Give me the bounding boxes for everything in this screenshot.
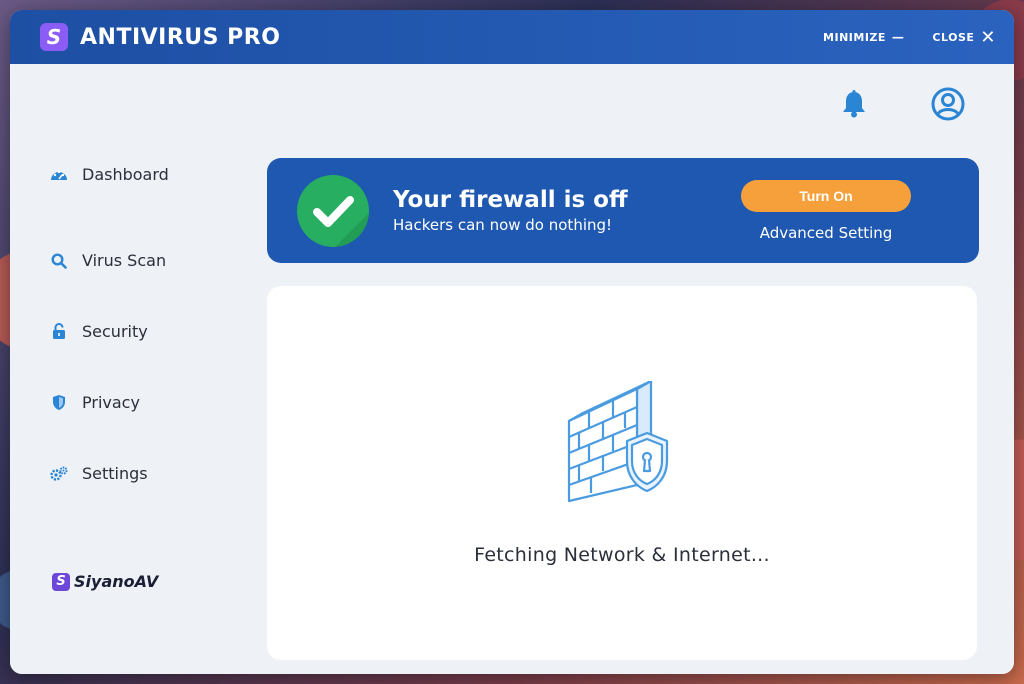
alert-actions: Turn On Advanced Setting — [741, 179, 911, 242]
sidebar-item-settings[interactable]: Settings — [48, 438, 248, 509]
advanced-setting-link[interactable]: Advanced Setting — [760, 224, 893, 242]
gear-icon — [48, 464, 70, 484]
status-card: Fetching Network & Internet... — [267, 286, 977, 660]
app-window: S ANTIVIRUS PRO MINIMIZE — CLOSE ✕ Dashb… — [10, 10, 1014, 674]
title-bar: S ANTIVIRUS PRO MINIMIZE — CLOSE ✕ — [10, 10, 1014, 64]
sidebar-item-security[interactable]: Security — [48, 296, 248, 367]
minimize-label: MINIMIZE — [823, 30, 886, 44]
alert-text: Your firewall is off Hackers can now do … — [393, 187, 628, 235]
sidebar-item-label: Security — [82, 322, 148, 341]
brand-logo-mark: S — [52, 572, 70, 591]
shield-icon — [48, 393, 70, 413]
minimize-icon: — — [891, 30, 905, 44]
firewall-shield-icon — [567, 381, 669, 503]
turn-on-button[interactable]: Turn On — [741, 179, 911, 212]
alert-subtitle: Hackers can now do nothing! — [393, 216, 613, 235]
brand-name: SiyanoAV — [74, 572, 159, 591]
app-title: ANTIVIRUS PRO — [80, 24, 281, 50]
firewall-alert-banner: Your firewall is off Hackers can now do … — [267, 158, 979, 263]
sidebar-item-label: Settings — [82, 464, 148, 483]
sidebar-item-label: Virus Scan — [82, 251, 167, 270]
search-icon — [48, 251, 70, 271]
status-text: Fetching Network & Internet... — [474, 544, 770, 566]
close-button[interactable]: CLOSE ✕ — [932, 27, 996, 48]
bell-icon — [843, 90, 865, 118]
check-icon — [297, 174, 369, 247]
minimize-button[interactable]: MINIMIZE — — [823, 30, 904, 44]
app-logo: S — [40, 23, 68, 51]
header-actions — [836, 86, 966, 122]
sidebar-item-dashboard[interactable]: Dashboard — [48, 154, 248, 194]
user-icon — [931, 87, 965, 121]
alert-title: Your firewall is off — [393, 186, 628, 213]
close-label: CLOSE — [932, 30, 975, 44]
close-icon: ✕ — [980, 26, 996, 48]
window-controls: MINIMIZE — CLOSE ✕ — [823, 27, 996, 48]
notifications-button[interactable] — [836, 86, 872, 122]
lock-icon — [48, 322, 70, 342]
sidebar-nav: Dashboard Virus Scan Security Privacy Se… — [48, 154, 248, 509]
profile-button[interactable] — [930, 86, 966, 122]
main-panel: Dashboard Virus Scan Security Privacy Se… — [10, 64, 1014, 674]
sidebar-item-label: Dashboard — [82, 164, 169, 184]
brand-logo: S SiyanoAV — [52, 572, 158, 591]
sidebar-item-virus-scan[interactable]: Virus Scan — [48, 225, 248, 296]
dashboard-icon — [48, 164, 70, 184]
sidebar-item-label: Privacy — [82, 393, 140, 412]
sidebar-item-privacy[interactable]: Privacy — [48, 367, 248, 438]
